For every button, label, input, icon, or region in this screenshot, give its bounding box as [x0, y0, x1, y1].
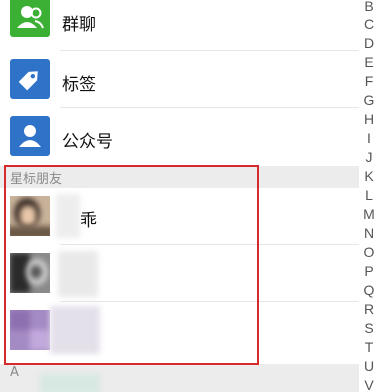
section-a-title: A: [10, 365, 19, 380]
tag-icon: [10, 59, 50, 99]
index-letter-p[interactable]: P: [359, 263, 379, 279]
index-letter-k[interactable]: K: [359, 168, 379, 184]
contacts-page: 群聊 标签 公众号 星标朋友 乖 A B C D E F G H I J K L…: [0, 0, 379, 392]
index-letter-l[interactable]: L: [359, 187, 379, 203]
tags-label: 标签: [62, 75, 96, 95]
index-letter-i[interactable]: I: [359, 130, 379, 146]
blur-patch: [40, 374, 100, 392]
index-letter-f[interactable]: F: [359, 73, 379, 89]
blur-patch: [56, 194, 80, 238]
index-letter-s[interactable]: S: [359, 320, 379, 336]
index-letter-e[interactable]: E: [359, 54, 379, 70]
contact-avatar: [10, 310, 50, 350]
index-letter-q[interactable]: Q: [359, 282, 379, 298]
official-accounts-label: 公众号: [62, 132, 113, 152]
starred-section-header: 星标朋友: [0, 166, 360, 188]
index-letter-b[interactable]: B: [359, 0, 379, 14]
starred-contact-row[interactable]: 乖: [0, 188, 360, 244]
index-letter-h[interactable]: H: [359, 111, 379, 127]
index-letter-r[interactable]: R: [359, 301, 379, 317]
index-letter-d[interactable]: D: [359, 35, 379, 51]
index-letter-u[interactable]: U: [359, 358, 379, 374]
alphabet-index[interactable]: B C D E F G H I J K L M N O P Q R S T U …: [359, 0, 379, 392]
blur-patch: [50, 306, 100, 354]
tags-row[interactable]: 标签: [0, 51, 360, 107]
index-letter-j[interactable]: J: [359, 149, 379, 165]
contact-name: 乖: [80, 211, 97, 231]
index-letter-o[interactable]: O: [359, 244, 379, 260]
group-chat-icon: [10, 0, 50, 37]
contact-avatar: [10, 253, 50, 293]
index-letter-v[interactable]: V: [359, 377, 379, 392]
group-chats-label: 群聊: [62, 15, 96, 35]
index-letter-t[interactable]: T: [359, 339, 379, 355]
starred-section-title: 星标朋友: [10, 172, 63, 187]
index-letter-g[interactable]: G: [359, 92, 379, 108]
index-letter-n[interactable]: N: [359, 225, 379, 241]
group-chats-row[interactable]: 群聊: [0, 0, 360, 50]
official-account-icon: [10, 116, 50, 156]
index-letter-c[interactable]: C: [359, 16, 379, 32]
official-accounts-row[interactable]: 公众号: [0, 108, 360, 164]
starred-contact-row[interactable]: [0, 245, 360, 301]
index-letter-m[interactable]: M: [359, 206, 379, 222]
starred-contact-row[interactable]: [0, 302, 360, 358]
blur-patch: [58, 251, 98, 297]
contact-avatar: [10, 196, 50, 236]
